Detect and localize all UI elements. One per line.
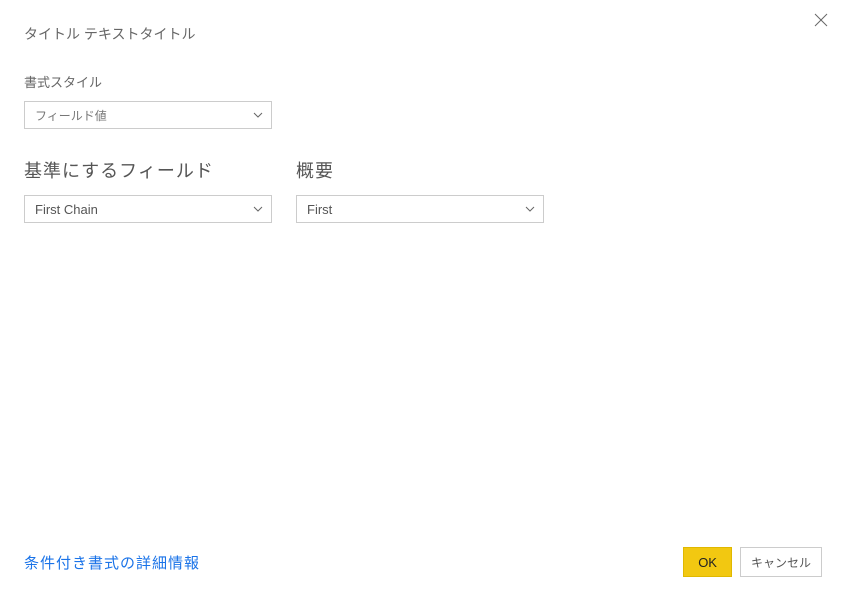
dialog-title: タイトル テキストタイトル [24, 24, 822, 44]
button-group: OK キャンセル [683, 547, 822, 577]
ok-button[interactable]: OK [683, 547, 732, 577]
base-field-select[interactable]: First Chain [24, 195, 272, 223]
base-field-section: 基準にするフィールド First Chain [24, 157, 272, 223]
summary-value: First [307, 202, 332, 217]
summary-label: 概要 [296, 157, 544, 183]
format-style-section: 書式スタイル フィールド値 [24, 72, 822, 129]
base-field-label: 基準にするフィールド [24, 157, 272, 183]
close-icon [814, 13, 828, 30]
summary-section: 概要 First [296, 157, 544, 223]
fields-row: 基準にするフィールド First Chain 概要 First [24, 157, 822, 223]
format-style-value: フィールド値 [35, 107, 107, 124]
summary-select[interactable]: First [296, 195, 544, 223]
base-field-value: First Chain [35, 202, 98, 217]
format-style-label: 書式スタイル [24, 72, 822, 91]
close-button[interactable] [812, 12, 830, 30]
dialog-container: タイトル テキストタイトル 書式スタイル フィールド値 基準にするフィールド F… [0, 0, 846, 599]
dialog-footer: 条件付き書式の詳細情報 OK キャンセル [24, 529, 822, 599]
format-style-select[interactable]: フィールド値 [24, 101, 272, 129]
learn-more-link[interactable]: 条件付き書式の詳細情報 [24, 552, 200, 573]
cancel-button[interactable]: キャンセル [740, 547, 822, 577]
